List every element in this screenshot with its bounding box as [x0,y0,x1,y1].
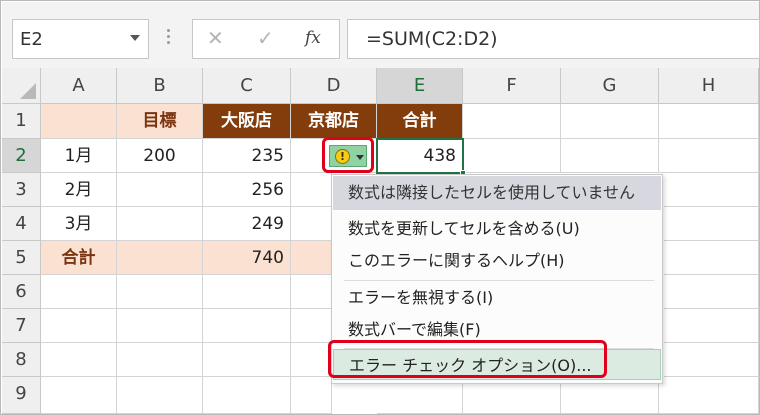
cell-h1[interactable] [659,104,759,139]
cell-b3[interactable] [117,173,203,207]
cell-g2[interactable] [561,139,659,173]
menu-header: 数式は隣接したセルを使用していません [333,176,661,210]
row-header-1[interactable]: 1 [2,104,41,139]
menu-item-update-formula[interactable]: 数式を更新してセルを含める(U) [333,213,661,245]
cell-h8[interactable] [664,343,759,377]
cell-c4[interactable]: 249 [203,207,291,241]
row-header-8[interactable]: 8 [2,343,41,377]
cell-d4[interactable] [291,207,332,241]
cell-d3[interactable] [291,173,332,207]
cell-d7[interactable] [291,309,332,343]
cell-d6[interactable] [291,275,332,309]
cell-g1[interactable] [561,104,659,139]
menu-item-error-help[interactable]: このエラーに関するヘルプ(H) [333,245,661,277]
active-cell-outline [376,138,464,174]
column-header-e[interactable]: E [377,68,463,104]
cell-b2[interactable]: 200 [117,139,203,173]
menu-item-ignore-error[interactable]: エラーを無視する(I) [333,282,661,314]
cell-a8[interactable] [41,343,117,377]
cell-d8[interactable] [291,343,332,377]
column-header-f[interactable]: F [463,68,561,104]
row-header-3[interactable]: 3 [2,173,41,207]
menu-highlight-callout [328,340,607,378]
column-header-g[interactable]: G [561,68,659,104]
formula-input[interactable]: =SUM(C2:D2) [347,19,760,59]
cell-c8[interactable] [203,343,291,377]
cell-a5[interactable]: 合計 [41,241,117,275]
row-header-7[interactable]: 7 [2,309,41,343]
cell-c5[interactable]: 740 [203,241,291,275]
cell-a9[interactable] [41,377,117,414]
cell-c1[interactable]: 大阪店 [203,104,291,139]
cell-h3[interactable] [664,173,759,207]
warning-icon: ! [335,149,350,164]
insert-function-icon[interactable]: fx [305,28,321,48]
select-all-icon [20,83,36,99]
chevron-down-icon[interactable] [130,35,140,41]
cell-f2[interactable] [463,139,561,173]
cell-d1[interactable]: 京都店 [291,104,377,139]
column-header-a[interactable]: A [41,68,117,104]
formula-text: =SUM(C2:D2) [366,28,498,50]
column-header-d[interactable]: D [291,68,377,104]
cancel-icon[interactable]: ✕ [207,26,224,50]
cell-f1[interactable] [463,104,561,139]
name-box[interactable]: E2 [12,19,149,59]
cell-c6[interactable] [203,275,291,309]
cell-h6[interactable] [664,275,759,309]
cell-a2[interactable]: 1月 [41,139,117,173]
cell-b6[interactable] [117,275,203,309]
cell-b5[interactable] [117,241,203,275]
cell-b8[interactable] [117,343,203,377]
row-header-9[interactable]: 9 [2,377,41,414]
cell-h9[interactable] [659,377,759,414]
row-header-6[interactable]: 6 [2,275,41,309]
cell-c3[interactable]: 256 [203,173,291,207]
row-header-4[interactable]: 4 [2,207,41,241]
cell-a1[interactable] [41,104,117,139]
formula-bar-area: E2 ✕ ✓ fx =SUM(C2:D2) [2,2,760,68]
cell-d9[interactable] [291,377,332,414]
name-box-value: E2 [20,29,43,50]
cell-h7[interactable] [664,309,759,343]
cell-c7[interactable] [203,309,291,343]
enter-icon[interactable]: ✓ [257,26,274,50]
column-header-h[interactable]: H [659,68,759,104]
cell-a3[interactable]: 2月 [41,173,117,207]
cell-e1[interactable]: 合計 [377,104,463,139]
row-header-5[interactable]: 5 [2,241,41,275]
cell-b9[interactable] [117,377,203,414]
cell-a7[interactable] [41,309,117,343]
cell-h5[interactable] [664,241,759,275]
cell-b4[interactable] [117,207,203,241]
cell-c9[interactable] [203,377,291,414]
cell-b1[interactable]: 目標 [117,104,203,139]
drag-handle-icon[interactable] [167,26,171,48]
cell-a4[interactable]: 3月 [41,207,117,241]
row-header-2[interactable]: 2 [2,139,41,173]
cell-a6[interactable] [41,275,117,309]
select-all-corner[interactable] [2,68,41,104]
error-check-button[interactable]: ! [322,137,374,173]
cell-h2[interactable] [659,139,759,173]
cell-h4[interactable] [664,207,759,241]
cell-c2[interactable]: 235 [203,139,291,173]
column-header-c[interactable]: C [203,68,291,104]
column-header-b[interactable]: B [117,68,203,104]
cell-b7[interactable] [117,309,203,343]
menu-separator [344,280,654,281]
cell-d5[interactable] [291,241,332,275]
formula-buttons: ✕ ✓ fx [192,19,340,59]
spreadsheet-window: E2 ✕ ✓ fx =SUM(C2:D2) A B C D E F G H 1 … [0,0,760,415]
error-check-button-face[interactable]: ! [329,145,367,167]
chevron-down-icon [356,155,364,160]
